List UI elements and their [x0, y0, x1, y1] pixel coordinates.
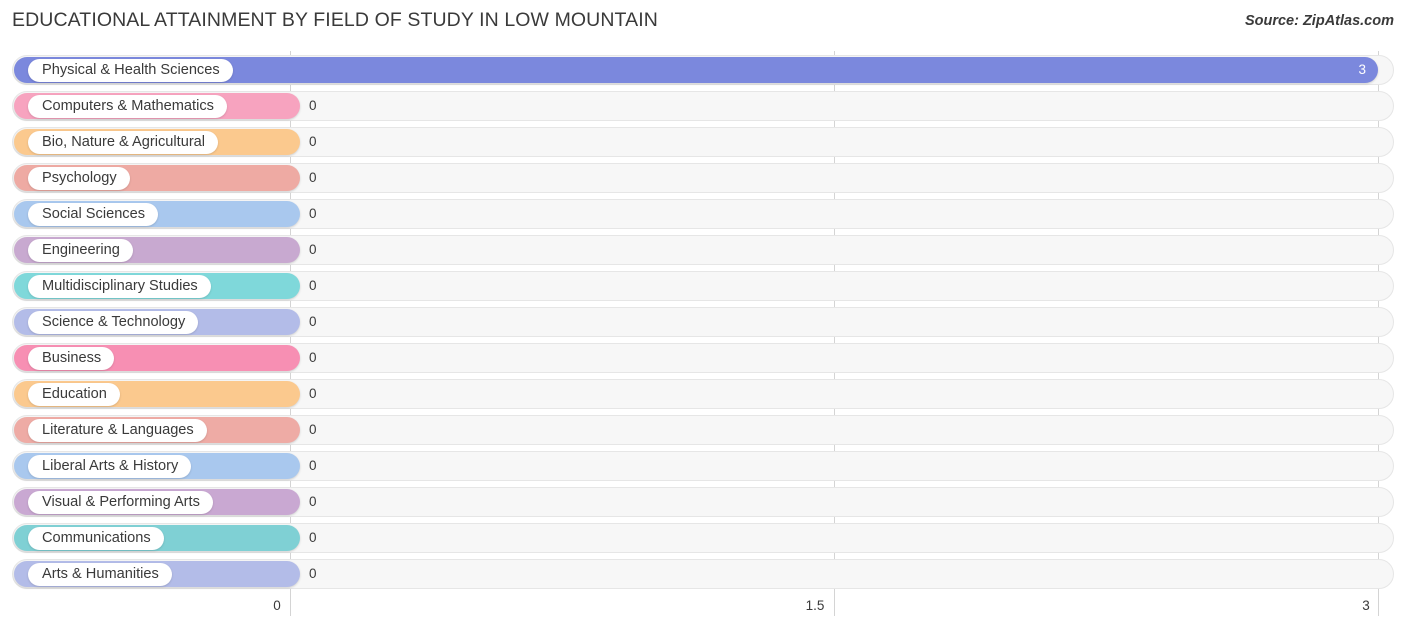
- x-axis: 0 1.5 3: [0, 596, 1406, 631]
- bar-value-label: 0: [309, 494, 317, 509]
- chart-root: EDUCATIONAL ATTAINMENT BY FIELD OF STUDY…: [0, 0, 1406, 631]
- category-label[interactable]: Bio, Nature & Agricultural: [28, 130, 219, 154]
- chart-row: 3 Physical & Health Sciences: [0, 55, 1406, 85]
- category-label[interactable]: Arts & Humanities: [28, 562, 172, 586]
- category-label[interactable]: Science & Technology: [28, 310, 199, 334]
- chart-row: 0 Literature & Languages: [0, 415, 1406, 445]
- chart-row: 0 Science & Technology: [0, 307, 1406, 337]
- bar-value-label: 0: [309, 134, 317, 149]
- x-axis-tick-label: 3: [1362, 598, 1370, 613]
- bar-value-label: 0: [309, 278, 317, 293]
- category-label[interactable]: Multidisciplinary Studies: [28, 274, 211, 298]
- category-label[interactable]: Education: [28, 382, 120, 406]
- category-label[interactable]: Computers & Mathematics: [28, 94, 227, 118]
- chart-row: 0 Arts & Humanities: [0, 559, 1406, 589]
- source-label: Source: ZipAtlas.com: [1244, 13, 1394, 29]
- chart-row: 0 Liberal Arts & History: [0, 451, 1406, 481]
- chart-row: 0 Communications: [0, 523, 1406, 553]
- category-label[interactable]: Engineering: [28, 238, 133, 262]
- x-axis-tick-mark: [1378, 596, 1379, 616]
- category-label[interactable]: Physical & Health Sciences: [28, 58, 233, 82]
- chart-row: 0 Psychology: [0, 163, 1406, 193]
- bar-value-label: 0: [309, 314, 317, 329]
- chart-row: 0 Education: [0, 379, 1406, 409]
- chart-row: 0 Bio, Nature & Agricultural: [0, 127, 1406, 157]
- bar-value-label: 0: [309, 386, 317, 401]
- bar-value-label: 0: [309, 422, 317, 437]
- bar-value-label: 0: [309, 530, 317, 545]
- chart-row: 0 Social Sciences: [0, 199, 1406, 229]
- bar-value-label: 0: [309, 98, 317, 113]
- x-axis-tick-mark: [834, 596, 835, 616]
- plot-area: 3 Physical & Health Sciences 0 Computers & …: [0, 51, 1406, 596]
- category-label[interactable]: Psychology: [28, 166, 130, 190]
- category-label[interactable]: Social Sciences: [28, 202, 159, 226]
- chart-row: 0 Computers & Mathematics: [0, 91, 1406, 121]
- category-label[interactable]: Liberal Arts & History: [28, 454, 192, 478]
- chart-row: 0 Business: [0, 343, 1406, 373]
- bar-value-label: 0: [309, 206, 317, 221]
- bar-value-label: 0: [309, 350, 317, 365]
- category-label[interactable]: Communications: [28, 526, 164, 550]
- chart-row: 0 Multidisciplinary Studies: [0, 271, 1406, 301]
- x-axis-tick-mark: [290, 596, 291, 616]
- category-label[interactable]: Business: [28, 346, 115, 370]
- x-axis-tick-label: 1.5: [805, 598, 825, 613]
- chart-row: 0 Engineering: [0, 235, 1406, 265]
- chart-row: 0 Visual & Performing Arts: [0, 487, 1406, 517]
- chart-title: EDUCATIONAL ATTAINMENT BY FIELD OF STUDY…: [12, 9, 658, 31]
- bar-value-label: 0: [309, 170, 317, 185]
- bar-value-label: 3: [1358, 62, 1366, 77]
- bar-value-label: 0: [309, 458, 317, 473]
- x-axis-tick-label: 0: [273, 598, 281, 613]
- category-label[interactable]: Literature & Languages: [28, 418, 207, 442]
- bar-value-label: 0: [309, 242, 317, 257]
- bar-value-label: 0: [309, 566, 317, 581]
- category-label[interactable]: Visual & Performing Arts: [28, 490, 213, 514]
